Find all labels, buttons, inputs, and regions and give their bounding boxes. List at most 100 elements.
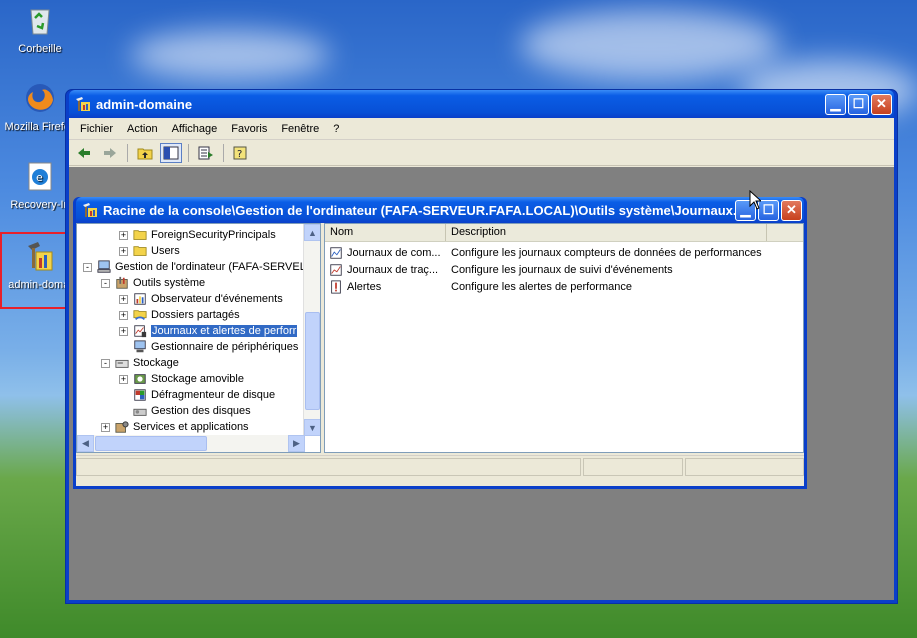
show-hide-tree-button[interactable] [160, 142, 182, 163]
toolbar-separator [223, 143, 224, 162]
tree-vertical-scrollbar[interactable]: ▲ ▼ [303, 224, 320, 436]
tree-node[interactable]: + Services et applications [77, 419, 320, 435]
scroll-left-button[interactable]: ◀ [77, 435, 94, 452]
list-item-name: Alertes [325, 279, 446, 294]
tree-node-label: Journaux et alertes de perforr [151, 325, 298, 337]
tree-node-label: Stockage amovible [151, 373, 244, 385]
list-header: Nom Description [325, 224, 803, 242]
wallpaper-cloud [130, 30, 330, 80]
export-list-icon [198, 146, 213, 159]
tree-expander-icon[interactable]: + [119, 310, 128, 320]
tree-node[interactable]: + Stockage amovible [77, 371, 320, 387]
computer-icon [97, 260, 111, 273]
tree-node[interactable]: Défragmenteur de disque [77, 387, 320, 403]
window-title: admin-domaine [96, 96, 193, 112]
menu-favoris[interactable]: Favoris [224, 121, 274, 137]
tree-node[interactable]: + Journaux et alertes de perforr [77, 323, 320, 339]
tree-node-label: Défragmenteur de disque [151, 389, 276, 401]
mouse-cursor-icon [749, 190, 761, 210]
defrag-icon [134, 389, 146, 401]
tree-expander-icon[interactable]: + [119, 294, 128, 304]
child-window-body: + ForeignSecurityPrincipals + Users - Gestion… [76, 223, 804, 486]
menu-action[interactable]: Action [120, 121, 165, 137]
list-item[interactable]: Alertes Configure les alertes de performa… [325, 278, 803, 295]
tree-node-label: Stockage [133, 357, 179, 369]
list-item-name: Journaux de com... [325, 246, 446, 260]
disk-management-icon [133, 408, 147, 416]
child-maximize-button[interactable]: ☐ [758, 199, 779, 221]
status-segment [583, 458, 683, 476]
tree-node[interactable]: - Stockage [77, 355, 320, 371]
desktop-icon-recycle-bin[interactable]: Corbeille [4, 4, 76, 55]
list-item[interactable]: Journaux de traç... Configure les journau… [325, 261, 803, 278]
forward-button[interactable] [99, 143, 121, 163]
close-button[interactable]: ✕ [871, 93, 892, 115]
tree-node[interactable]: + ForeignSecurityPrincipals [77, 227, 320, 243]
tree-node-label: Gestionnaire de périphériques [151, 341, 299, 353]
svg-text:?: ? [237, 149, 242, 160]
mmc-console-icon [83, 203, 97, 217]
show-hide-tree-icon [163, 146, 179, 159]
tree-expander-icon[interactable]: + [119, 230, 128, 240]
minimize-button[interactable]: ▁ [825, 93, 846, 115]
firefox-icon [26, 84, 54, 112]
scroll-down-button[interactable]: ▼ [304, 419, 320, 436]
tools-icon [116, 276, 128, 289]
tree-node[interactable]: - Gestion de l'ordinateur (FAFA-SERVEL [77, 259, 320, 275]
tree-node[interactable]: - Outils système [77, 275, 320, 291]
menu-fichier[interactable]: Fichier [73, 121, 120, 137]
maximize-button[interactable]: ☐ [848, 93, 869, 115]
tree-expander-icon[interactable]: - [101, 358, 110, 368]
desktop-icon-label: Corbeille [18, 43, 62, 55]
tree-expander-icon[interactable]: + [101, 422, 110, 432]
tree-node-label: Users [151, 245, 180, 257]
tree-expander-icon[interactable]: + [119, 374, 128, 384]
toolbar-separator [188, 143, 189, 162]
event-viewer-icon [134, 293, 146, 305]
tree-node[interactable]: + Users [77, 243, 320, 259]
menu-help[interactable]: ? [326, 121, 346, 137]
tree-node[interactable]: Gestionnaire de périphériques [77, 339, 320, 355]
child-titlebar[interactable]: Racine de la console\Gestion de l'ordina… [76, 197, 804, 223]
main-titlebar[interactable]: admin-domaine ▁ ☐ ✕ [69, 90, 894, 118]
up-level-button[interactable] [134, 143, 156, 163]
column-header-description[interactable]: Description [446, 224, 767, 241]
tree-node-label: Services et applications [133, 421, 249, 433]
tree-expander-icon[interactable]: - [83, 262, 92, 272]
column-header-nom[interactable]: Nom [325, 224, 446, 241]
alert-icon [331, 279, 341, 294]
tree-node-label: Gestion des disques [151, 405, 251, 417]
tree-node[interactable]: + Observateur d'événements [77, 291, 320, 307]
maximize-icon: ☐ [852, 96, 865, 111]
scroll-thumb[interactable] [305, 312, 320, 410]
forward-arrow-icon [104, 147, 116, 158]
status-segment [76, 458, 581, 476]
menu-affichage[interactable]: Affichage [165, 121, 225, 137]
tree-node[interactable]: Gestion des disques [77, 403, 320, 419]
export-list-button[interactable] [195, 143, 217, 163]
main-window: admin-domaine ▁ ☐ ✕ Fichier Action Affic… [65, 89, 898, 604]
mmc-console-icon [76, 97, 90, 111]
tree-expander-icon[interactable]: + [119, 326, 128, 336]
tree-horizontal-scrollbar[interactable]: ◀ ▶ [77, 435, 305, 452]
tree-expander-icon[interactable]: + [119, 246, 128, 256]
tree-node[interactable]: + Dossiers partagés [77, 307, 320, 323]
help-button[interactable]: ? [230, 143, 252, 163]
menu-fenetre[interactable]: Fenêtre [274, 121, 326, 137]
tree-expander-icon[interactable]: - [101, 278, 110, 288]
scroll-thumb[interactable] [95, 436, 207, 451]
minimize-icon: ▁ [830, 96, 841, 111]
scroll-up-button[interactable]: ▲ [304, 224, 320, 241]
back-button[interactable] [73, 143, 95, 163]
child-window-title: Racine de la console\Gestion de l'ordina… [103, 202, 735, 218]
child-close-button[interactable]: ✕ [781, 199, 802, 221]
console-child-window: Racine de la console\Gestion de l'ordina… [73, 197, 807, 489]
perf-logs-icon [134, 325, 147, 338]
scroll-right-button[interactable]: ▶ [288, 435, 305, 452]
folder-icon [133, 246, 147, 256]
list-item[interactable]: Journaux de com... Configure les journaux… [325, 244, 803, 261]
removable-storage-icon [134, 374, 146, 384]
wallpaper-cloud [520, 10, 780, 80]
